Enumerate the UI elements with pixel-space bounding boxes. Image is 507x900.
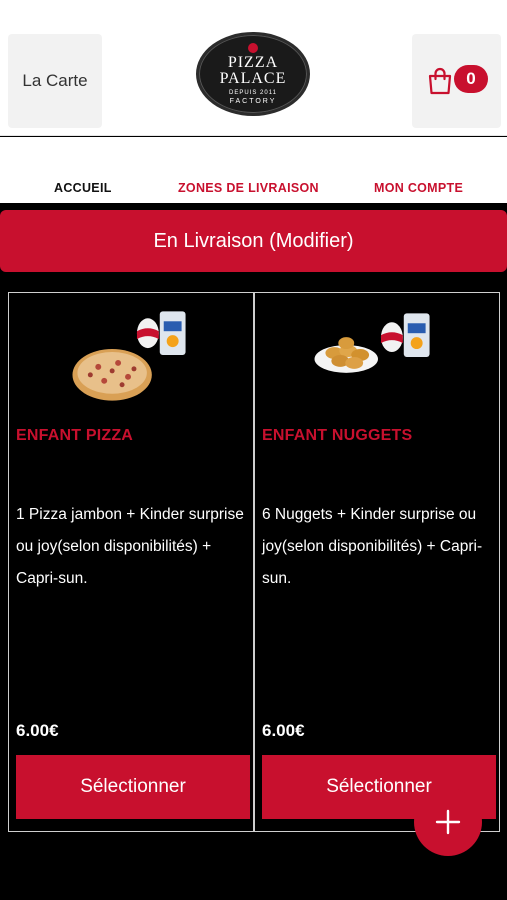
product-image-enfant-pizza [72,311,186,401]
logo-line-3: DEPUIS 2011 [229,90,277,96]
app-header: La Carte PIZZA PALACE DEPUIS 2011 FACTOR… [0,0,507,136]
product-description: 1 Pizza jambon + Kinder surprise ou joy(… [16,506,244,587]
delivery-mode-button[interactable]: En Livraison (Modifier) [0,210,507,272]
select-button[interactable]: Sélectionner [16,755,250,819]
add-fab-button[interactable] [414,788,482,856]
product-title: ENFANT PIZZA [16,427,134,444]
shopping-bag-icon [428,67,452,95]
product-price: 6.00€ [16,721,59,740]
nav-item-zones-livraison[interactable]: ZONES DE LIVRAISON [178,181,319,195]
logo-line-1: PIZZA [227,54,279,71]
cart-button[interactable]: 0 [412,34,501,128]
menu-button[interactable]: La Carte [8,34,102,128]
pizza-palace-logo[interactable]: PIZZA PALACE DEPUIS 2011 FACTORY [196,32,310,116]
product-card[interactable]: ENFANT NUGGETS 6 Nuggets + Kinder surpri… [254,292,500,832]
product-price: 6.00€ [262,721,305,740]
product-image-enfant-nuggets [314,313,430,373]
nav-item-mon-compte[interactable]: MON COMPTE [374,181,463,195]
plus-icon [435,809,461,835]
product-card[interactable]: ENFANT PIZZA 1 Pizza jambon + Kinder sur… [8,292,254,832]
product-title: ENFANT NUGGETS [262,427,413,444]
logo-line-4: FACTORY [229,98,277,105]
product-description: 6 Nuggets + Kinder surprise ou joy(selon… [262,506,483,587]
cart-count-badge: 0 [454,65,488,93]
logo-dot [248,43,258,53]
logo-line-2: PALACE [219,70,287,87]
main-nav: ACCUEIL ZONES DE LIVRAISON MON COMPTE [0,137,507,203]
nav-item-accueil[interactable]: ACCUEIL [54,181,112,195]
